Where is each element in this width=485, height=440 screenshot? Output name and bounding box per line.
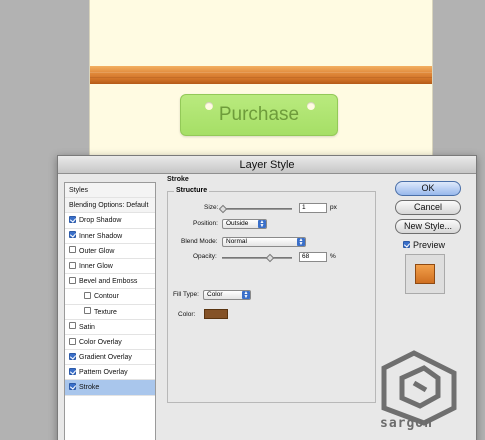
stroke-panel: Stroke Structure Size: 1 px Position: Ou… [167, 176, 378, 440]
position-select[interactable]: Outside ▲ ▼ [222, 219, 267, 229]
watermark-text: sargon [380, 416, 433, 431]
design-canvas: Purchase [89, 0, 433, 160]
opacity-slider[interactable] [222, 253, 292, 263]
style-checkbox[interactable] [69, 337, 76, 345]
style-checkbox[interactable] [69, 261, 76, 269]
styles-list-item[interactable]: Blending Options: Default [65, 198, 155, 214]
styles-list-item-label: Styles [69, 187, 89, 194]
styles-list-item-label: Bevel and Emboss [79, 278, 138, 286]
styles-list-item-label: Pattern Overlay [79, 369, 128, 377]
styles-list-item[interactable]: Color Overlay [65, 335, 155, 351]
stroke-section-title: Stroke [167, 176, 189, 183]
new-style-button[interactable]: New Style... [395, 219, 461, 234]
dialog-title: Layer Style [58, 156, 476, 174]
styles-list-item-label: Satin [79, 323, 95, 331]
styles-list-item-label: Inner Glow [79, 262, 113, 270]
style-checkbox[interactable] [69, 231, 76, 239]
fill-type-select[interactable]: Color ▲ ▼ [203, 290, 251, 300]
style-checkbox[interactable] [84, 307, 91, 315]
styles-list: Styles Blending Options: Default Drop Shad… [64, 182, 156, 440]
styles-list-item[interactable]: Contour [65, 289, 155, 305]
style-checkbox[interactable] [84, 291, 91, 299]
styles-list-item[interactable]: Texture [65, 305, 155, 320]
opacity-unit: % [330, 253, 336, 260]
blend-mode-label: Blend Mode: [181, 238, 218, 245]
purchase-label: Purchase [218, 104, 300, 125]
styles-list-item[interactable]: Bevel and Emboss [65, 274, 155, 290]
position-label: Position: [193, 220, 218, 227]
style-checkbox[interactable] [69, 352, 76, 360]
styles-list-item[interactable]: Satin [65, 320, 155, 335]
opacity-label: Opacity: [193, 253, 217, 260]
fill-type-select-arrow-icon: ▲ ▼ [242, 290, 250, 300]
styles-list-item[interactable]: Outer Glow [65, 244, 155, 259]
color-label: Color: [178, 311, 196, 318]
preview-label: Preview [413, 240, 446, 250]
style-checkbox[interactable] [69, 367, 76, 375]
wood-strip [90, 66, 432, 84]
style-checkbox[interactable] [69, 383, 76, 391]
styles-list-item-label: Stroke [79, 384, 100, 392]
preview-checkbox-row[interactable]: Preview [403, 240, 445, 250]
tag-hole-right [307, 102, 315, 110]
structure-title: Structure [174, 187, 210, 194]
blend-mode-select-arrow-icon: ▲ ▼ [297, 237, 305, 247]
cancel-button[interactable]: Cancel [395, 200, 461, 215]
styles-list-item[interactable]: Styles [65, 183, 155, 199]
styles-list-item-label: Color Overlay [79, 338, 122, 346]
size-unit: px [330, 204, 337, 211]
size-input[interactable]: 1 [299, 203, 327, 213]
stroke-color-swatch[interactable] [204, 309, 228, 319]
opacity-slider-knob[interactable] [265, 253, 275, 263]
opacity-input[interactable]: 68 [299, 252, 327, 262]
size-slider-knob[interactable] [218, 204, 228, 214]
styles-list-item[interactable]: Pattern Overlay [65, 365, 155, 381]
ok-button[interactable]: OK [395, 181, 461, 196]
styles-list-item-label: Outer Glow [79, 247, 115, 255]
fill-group: Fill Type: Color ▲ ▼ Color: [167, 283, 376, 403]
style-checkbox[interactable] [69, 322, 76, 330]
position-value: Outside [226, 220, 249, 227]
position-select-arrow-icon: ▲ ▼ [258, 219, 266, 229]
tag-hole-left [205, 102, 213, 110]
purchase-tag-button: Purchase [180, 94, 338, 136]
fill-type-label: Fill Type: [173, 291, 199, 298]
styles-list-item-label: Gradient Overlay [79, 354, 132, 362]
structure-group: Structure Size: 1 px Position: Outside ▲… [167, 187, 376, 286]
styles-list-item-label: Contour [94, 293, 119, 301]
styles-list-item[interactable]: Inner Shadow [65, 229, 155, 244]
styles-list-item-label: Drop Shadow [79, 217, 122, 225]
blend-mode-select[interactable]: Normal ▲ ▼ [222, 237, 306, 247]
size-slider[interactable] [218, 204, 292, 214]
fill-type-value: Color [207, 291, 223, 298]
styles-list-item-label: Blending Options: Default [69, 202, 149, 210]
size-label: Size: [204, 204, 219, 211]
styles-list-item-label: Texture [94, 308, 117, 316]
preview-checkbox[interactable] [403, 241, 410, 249]
styles-list-item[interactable]: Drop Shadow [65, 213, 155, 229]
style-checkbox[interactable] [69, 216, 76, 224]
blend-mode-value: Normal [226, 238, 247, 245]
styles-list-item[interactable]: Stroke [65, 380, 155, 396]
preview-swatch [415, 264, 435, 284]
style-checkbox[interactable] [69, 246, 76, 254]
styles-list-item-label: Inner Shadow [79, 232, 123, 240]
style-checkbox[interactable] [69, 276, 76, 284]
styles-list-item[interactable]: Inner Glow [65, 259, 155, 275]
screenshot-stage: Purchase Layer Style Styles Blending Opti… [0, 0, 485, 440]
styles-list-item[interactable]: Gradient Overlay [65, 350, 155, 366]
preview-thumbnail [405, 254, 445, 294]
